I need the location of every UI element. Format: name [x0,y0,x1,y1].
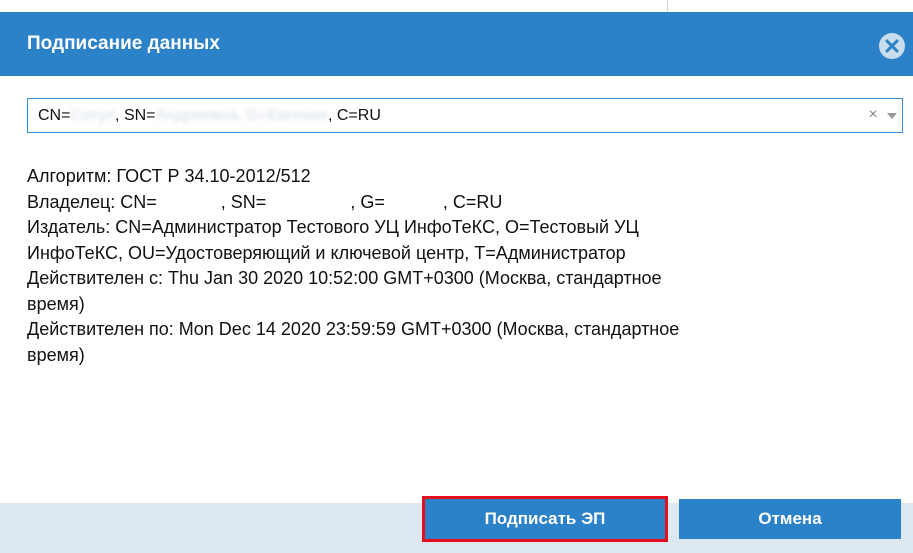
certificate-select-value: CN=Сотул, SN=Андреевна, G=Евгения, C=RU [38,107,381,125]
algorithm-text: Алгоритм: ГОСТ Р 34.10-2012/512 [27,166,311,186]
cert-g-masked: Евгения [267,107,328,124]
owner-sn-label: , SN= [220,191,267,212]
clear-selection-icon[interactable]: × [866,106,880,124]
owner-text: Владелец: CN= , SN= , G= , C=RU [27,190,897,216]
cert-cn-label: CN= [38,107,71,124]
cert-cn-masked: Сотул [70,107,116,124]
background-divider [667,0,668,12]
cert-g-label: , G= [237,107,268,124]
chevron-down-icon[interactable] [887,113,897,119]
owner-g-label: , G= [350,191,385,212]
valid-from-text-line-2: время) [27,293,85,314]
issuer-text-line-2: ИнфоТеКС, OU=Удостоверяющий и ключевой ц… [27,242,626,263]
close-icon[interactable] [879,33,905,59]
valid-to-text-line-2: время) [27,344,85,365]
cancel-button[interactable]: Отмена [679,499,901,539]
sign-button[interactable]: Подписать ЭП [422,496,668,542]
valid-from-text-line-1: Действителен с: Thu Jan 30 2020 10:52:00… [27,268,662,288]
cert-c-label: , C=RU [327,107,381,124]
cert-sn-label: , SN= [115,107,156,124]
signing-dialog: Подписание данных CN=Сотул, SN=Андреевна… [0,12,913,553]
dialog-header: Подписание данных [0,12,913,76]
cert-sn-masked: Андреевна [155,107,238,124]
owner-c-label: , C=RU [442,191,503,212]
certificate-details: Алгоритм: ГОСТ Р 34.10-2012/512 Владелец… [27,164,897,368]
background-window-strip [0,0,913,12]
valid-to-text-line-1: Действителен по: Mon Dec 14 2020 23:59:5… [27,319,680,339]
issuer-text-line-1: Издатель: CN=Администратор Тестового УЦ … [27,217,639,237]
dialog-title: Подписание данных [27,33,220,54]
certificate-select[interactable]: CN=Сотул, SN=Андреевна, G=Евгения, C=RU … [27,98,903,133]
owner-cn-label: Владелец: CN= [27,191,157,212]
